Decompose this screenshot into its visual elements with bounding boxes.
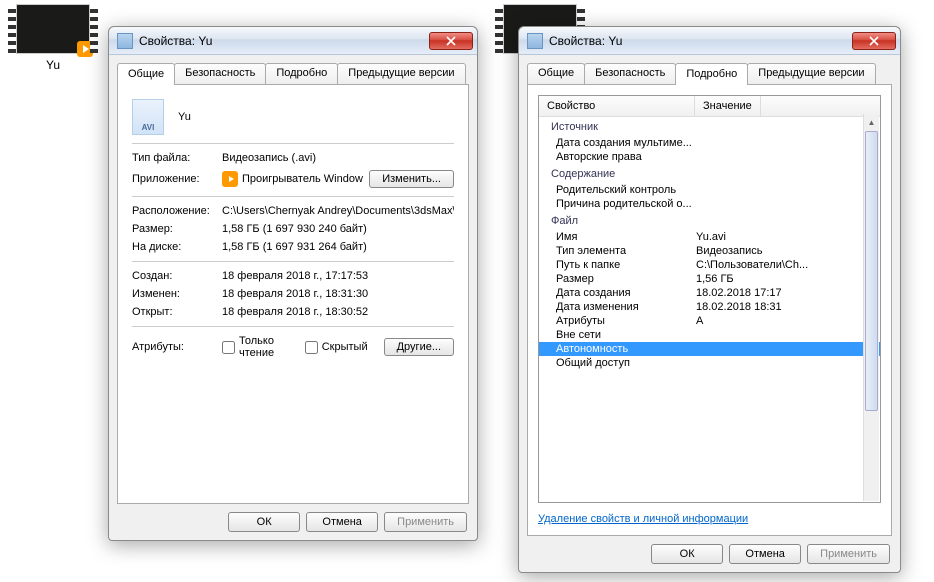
apply-button[interactable]: Применить — [384, 512, 467, 532]
scroll-thumb[interactable] — [865, 131, 878, 411]
file-type-icon: AVI — [132, 99, 164, 135]
apply-button[interactable]: Применить — [807, 544, 890, 564]
section-content: Содержание — [539, 164, 880, 183]
size-label: Размер: — [132, 223, 222, 235]
details-header: Свойство Значение — [539, 96, 880, 117]
readonly-checkbox[interactable]: Только чтение — [222, 335, 289, 359]
file-label: Yu — [8, 58, 98, 72]
close-button[interactable] — [852, 32, 896, 50]
video-thumbnail — [16, 4, 90, 54]
row-modified[interactable]: Дата изменения18.02.2018 18:31 — [539, 300, 880, 314]
header-property[interactable]: Свойство — [539, 96, 695, 116]
row-offline[interactable]: Вне сети — [539, 328, 880, 342]
tab-previous[interactable]: Предыдущие версии — [747, 63, 875, 84]
window-title: Свойства: Yu — [139, 34, 429, 48]
type-label: Тип файла: — [132, 152, 222, 164]
dialog-buttons: ОК Отмена Применить — [109, 504, 477, 540]
created-value: 18 февраля 2018 г., 17:17:53 — [222, 270, 454, 282]
cancel-button[interactable]: Отмена — [306, 512, 378, 532]
window-icon — [117, 33, 133, 49]
row-name[interactable]: ИмяYu.avi — [539, 230, 880, 244]
location-label: Расположение: — [132, 205, 222, 217]
scroll-up-icon[interactable]: ▲ — [864, 114, 879, 130]
app-label: Приложение: — [132, 173, 222, 185]
location-value: C:\Users\Chernyak Andrey\Documents\3dsMa… — [222, 205, 454, 217]
tab-security[interactable]: Безопасность — [174, 63, 266, 84]
window-title: Свойства: Yu — [549, 34, 852, 48]
attrs-label: Атрибуты: — [132, 341, 222, 353]
close-button[interactable] — [429, 32, 473, 50]
tab-panel: Свойство Значение Источник Дата создания… — [527, 84, 892, 536]
details-list[interactable]: Свойство Значение Источник Дата создания… — [538, 95, 881, 503]
tabs: Общие Безопасность Подробно Предыдущие в… — [117, 63, 469, 84]
desktop-file-yu[interactable]: Yu — [8, 4, 98, 72]
row-parental[interactable]: Родительский контроль — [539, 183, 880, 197]
header-value[interactable]: Значение — [695, 96, 761, 116]
type-value: Видеозапись (.avi) — [222, 152, 454, 164]
window-icon — [527, 33, 543, 49]
created-label: Создан: — [132, 270, 222, 282]
tab-panel: AVI Тип файла: Видеозапись (.avi) Прилож… — [117, 84, 469, 504]
tab-general[interactable]: Общие — [527, 63, 585, 84]
close-icon — [869, 36, 879, 46]
opened-value: 18 февраля 2018 г., 18:30:52 — [222, 306, 454, 318]
tab-details[interactable]: Подробно — [675, 63, 748, 85]
ok-button[interactable]: ОК — [228, 512, 300, 532]
remove-properties-link[interactable]: Удаление свойств и личной информации — [538, 513, 748, 525]
row-copyright[interactable]: Авторские права — [539, 150, 880, 164]
other-attrs-button[interactable]: Другие... — [384, 338, 454, 356]
change-app-button[interactable]: Изменить... — [369, 170, 454, 188]
wmp-icon — [222, 171, 238, 187]
section-source: Источник — [539, 117, 880, 136]
row-autonomy[interactable]: Автономность — [539, 342, 880, 356]
titlebar[interactable]: Свойства: Yu — [109, 27, 477, 55]
play-icon — [77, 41, 93, 57]
disk-value: 1,58 ГБ (1 697 931 264 байт) — [222, 241, 454, 253]
tab-general[interactable]: Общие — [117, 63, 175, 85]
row-type[interactable]: Тип элементаВидеозапись — [539, 244, 880, 258]
scrollbar[interactable]: ▲ — [863, 114, 879, 501]
row-attrs[interactable]: АтрибутыA — [539, 314, 880, 328]
row-path[interactable]: Путь к папкеC:\Пользователи\Ch... — [539, 258, 880, 272]
size-value: 1,58 ГБ (1 697 930 240 байт) — [222, 223, 454, 235]
properties-window-general: Свойства: Yu Общие Безопасность Подробно… — [108, 26, 478, 541]
row-size[interactable]: Размер1,56 ГБ — [539, 272, 880, 286]
modified-label: Изменен: — [132, 288, 222, 300]
section-file: Файл — [539, 211, 880, 230]
app-value: Проигрыватель Windows Media — [242, 173, 363, 185]
properties-window-details: Свойства: Yu Общие Безопасность Подробно… — [518, 26, 901, 573]
tab-security[interactable]: Безопасность — [584, 63, 676, 84]
tab-details[interactable]: Подробно — [265, 63, 338, 84]
ok-button[interactable]: ОК — [651, 544, 723, 564]
row-share[interactable]: Общий доступ — [539, 356, 880, 370]
modified-value: 18 февраля 2018 г., 18:31:30 — [222, 288, 454, 300]
dialog-buttons: ОК Отмена Применить — [519, 536, 900, 572]
tabs: Общие Безопасность Подробно Предыдущие в… — [527, 63, 892, 84]
hidden-checkbox[interactable]: Скрытый — [305, 341, 368, 354]
disk-label: На диске: — [132, 241, 222, 253]
row-media-created[interactable]: Дата создания мультиме... — [539, 136, 880, 150]
row-parental-reason[interactable]: Причина родительской о... — [539, 197, 880, 211]
row-created[interactable]: Дата создания18.02.2018 17:17 — [539, 286, 880, 300]
titlebar[interactable]: Свойства: Yu — [519, 27, 900, 55]
close-icon — [446, 36, 456, 46]
tab-previous[interactable]: Предыдущие версии — [337, 63, 465, 84]
cancel-button[interactable]: Отмена — [729, 544, 801, 564]
filename-input[interactable] — [176, 109, 454, 125]
opened-label: Открыт: — [132, 306, 222, 318]
